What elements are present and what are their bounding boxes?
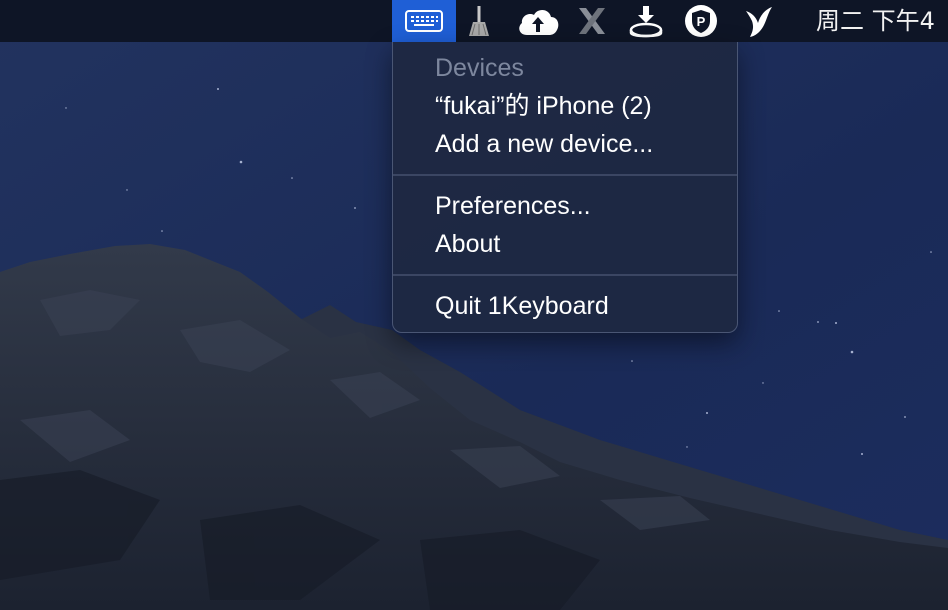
devices-section-header: Devices — [435, 54, 524, 82]
shield-p-icon[interactable]: P — [680, 0, 722, 42]
bird-icon[interactable] — [738, 0, 778, 42]
menubar-clock[interactable]: 周二 下午4 — [816, 0, 935, 42]
menu-separator — [393, 274, 737, 276]
menu-separator — [393, 174, 737, 176]
about-item[interactable]: About — [435, 226, 500, 262]
cloud-sync-icon[interactable] — [514, 0, 562, 42]
add-new-device-item[interactable]: Add a new device... — [435, 126, 653, 162]
download-disk-icon[interactable] — [626, 0, 666, 42]
broom-icon[interactable] — [462, 0, 496, 42]
keyboard-icon[interactable] — [392, 0, 456, 42]
preferences-item[interactable]: Preferences... — [435, 188, 591, 224]
x-app-icon[interactable] — [574, 0, 610, 42]
app-dropdown-menu: Devices “fukai”的 iPhone (2) Add a new de… — [392, 42, 738, 333]
quit-item[interactable]: Quit 1Keyboard — [435, 288, 609, 324]
svg-text:P: P — [697, 14, 706, 29]
device-item-iphone[interactable]: “fukai”的 iPhone (2) — [435, 88, 652, 124]
menu-bar: P 周二 下午4 — [0, 0, 948, 42]
